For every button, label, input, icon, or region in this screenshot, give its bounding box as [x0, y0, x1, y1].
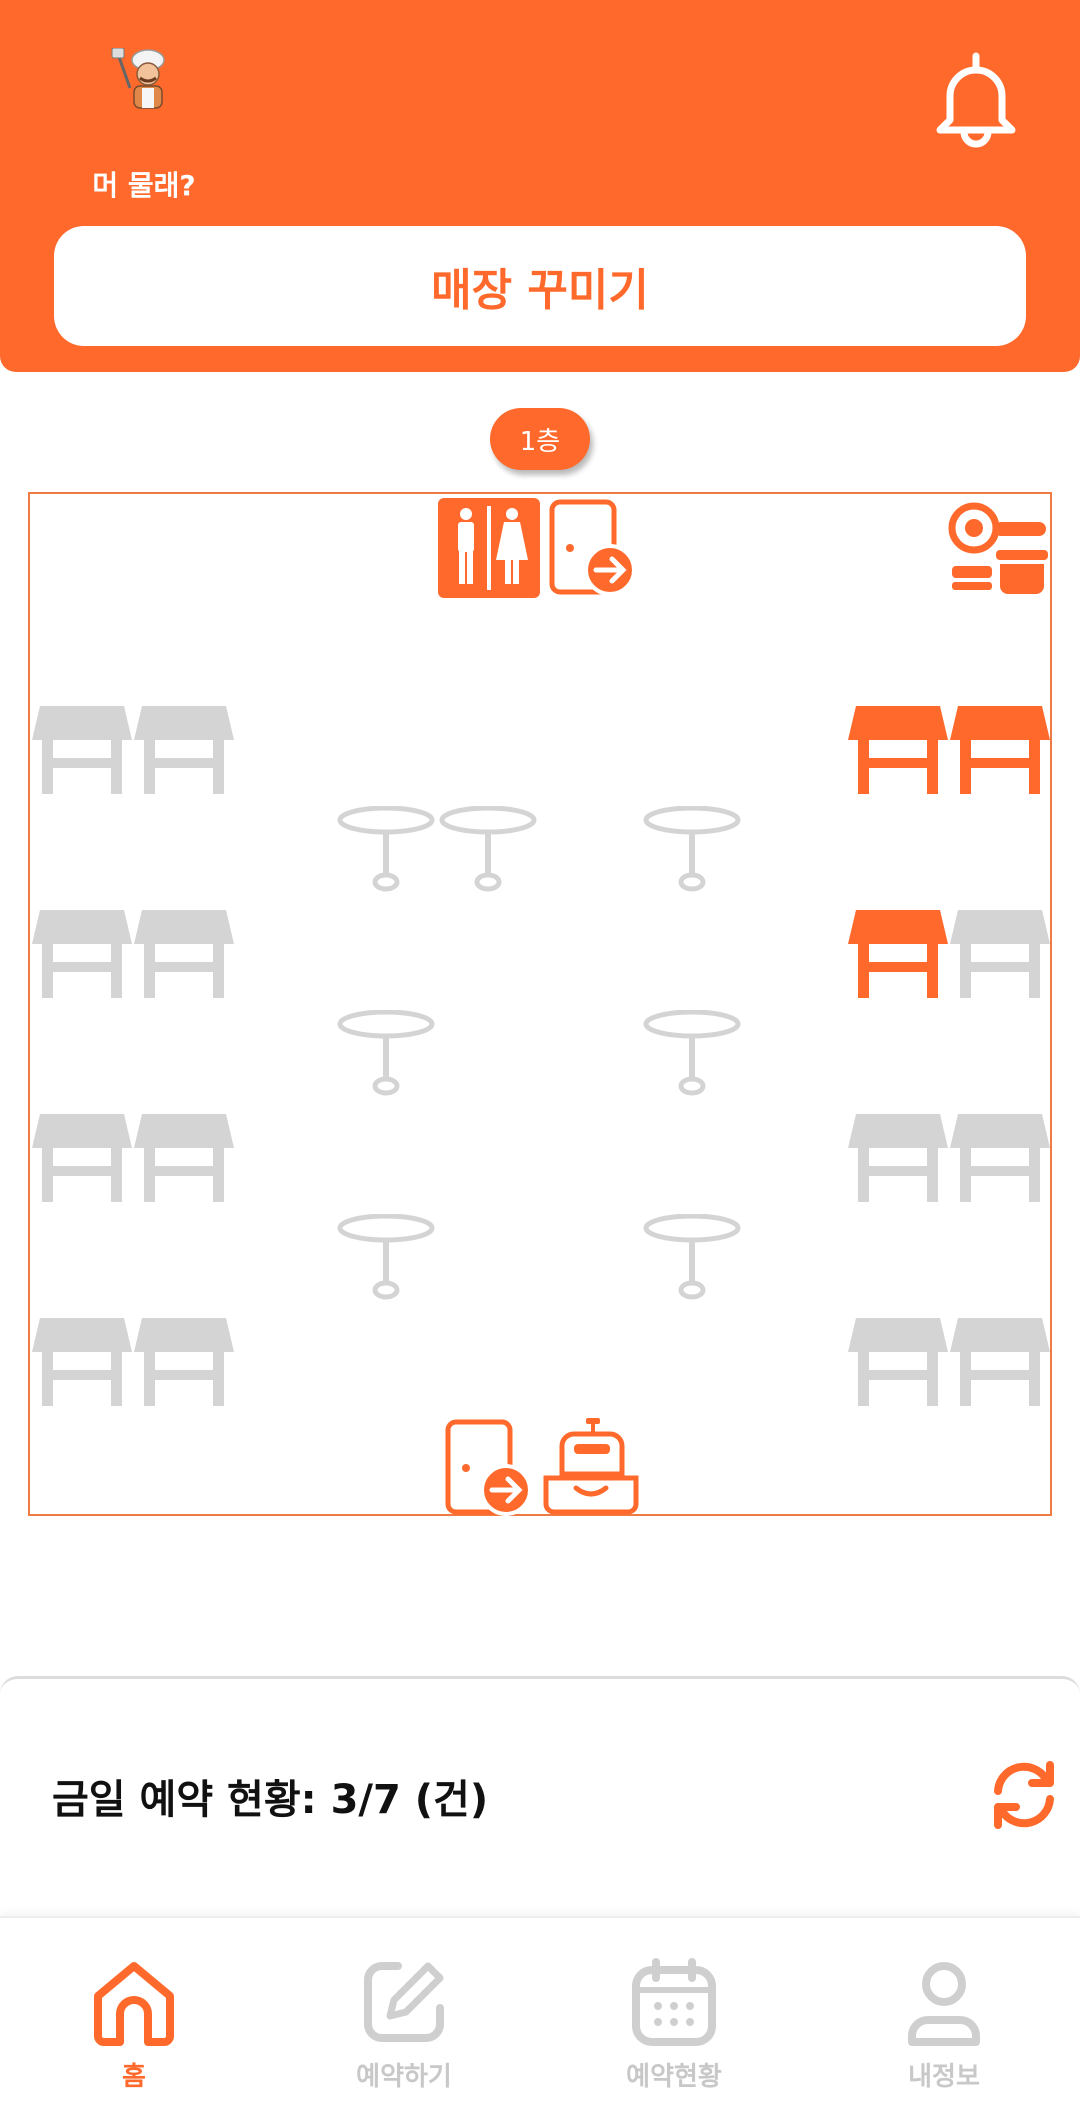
- user-icon: [908, 1962, 980, 2046]
- floor-plan: [28, 492, 1052, 1516]
- edit-icon: [364, 1962, 444, 2042]
- kitchen-icon: [948, 500, 1048, 596]
- calendar-icon: [632, 1958, 716, 2046]
- nav-reservation-status[interactable]: 예약현황: [574, 1956, 774, 2116]
- table-icon[interactable]: [950, 910, 1050, 998]
- nav-home[interactable]: 홈: [34, 1956, 234, 2116]
- table-icon[interactable]: [950, 1114, 1050, 1202]
- nav-home-label: 홈: [122, 2062, 146, 2092]
- table-icon[interactable]: [32, 706, 132, 794]
- round-table-icon[interactable]: [438, 806, 538, 894]
- logo[interactable]: 머 물래?: [84, 48, 204, 202]
- cash-register-icon: [540, 1416, 642, 1516]
- round-table-icon[interactable]: [642, 1214, 742, 1302]
- home-icon: [94, 1962, 174, 2046]
- reserved-table-icon[interactable]: [848, 910, 948, 998]
- round-table-icon[interactable]: [336, 806, 436, 894]
- decorate-store-button[interactable]: 매장 꾸미기: [54, 226, 1026, 346]
- nav-my-info-label: 내정보: [908, 2062, 980, 2092]
- table-icon[interactable]: [32, 1114, 132, 1202]
- nav-my-info[interactable]: 내정보: [844, 1956, 1044, 2116]
- reservation-summary: 금일 예약 현황: 3/7 (건): [0, 1676, 1080, 1916]
- nav-reserve[interactable]: 예약하기: [304, 1956, 504, 2116]
- table-icon[interactable]: [32, 1318, 132, 1406]
- table-icon[interactable]: [950, 1318, 1050, 1406]
- exit-icon: [444, 1418, 534, 1518]
- table-icon[interactable]: [134, 910, 234, 998]
- floor-selector[interactable]: 1층: [490, 408, 590, 470]
- bottom-nav: 홈 예약하기 예약현황 내정보: [0, 1916, 1080, 2123]
- table-icon[interactable]: [134, 706, 234, 794]
- table-icon[interactable]: [134, 1318, 234, 1406]
- round-table-icon[interactable]: [642, 1010, 742, 1098]
- table-icon[interactable]: [848, 1114, 948, 1202]
- round-table-icon[interactable]: [336, 1010, 436, 1098]
- table-icon[interactable]: [848, 1318, 948, 1406]
- chef-mascot-icon: [111, 48, 165, 109]
- restroom-icon: [438, 498, 540, 598]
- table-icon[interactable]: [134, 1114, 234, 1202]
- reserved-table-icon[interactable]: [950, 706, 1050, 794]
- table-icon[interactable]: [32, 910, 132, 998]
- exit-icon: [548, 498, 638, 598]
- header: 머 물래? 매장 꾸미기: [0, 0, 1080, 372]
- nav-reserve-label: 예약하기: [356, 2062, 452, 2092]
- round-table-icon[interactable]: [336, 1214, 436, 1302]
- reservation-summary-text: 금일 예약 현황: 3/7 (건): [52, 1777, 489, 1823]
- round-table-icon[interactable]: [642, 806, 742, 894]
- nav-reservation-status-label: 예약현황: [626, 2062, 722, 2092]
- notification-bell-icon[interactable]: [930, 48, 1022, 148]
- refresh-icon[interactable]: [986, 1757, 1062, 1833]
- reserved-table-icon[interactable]: [848, 706, 948, 794]
- logo-text: 머 물래?: [92, 169, 196, 202]
